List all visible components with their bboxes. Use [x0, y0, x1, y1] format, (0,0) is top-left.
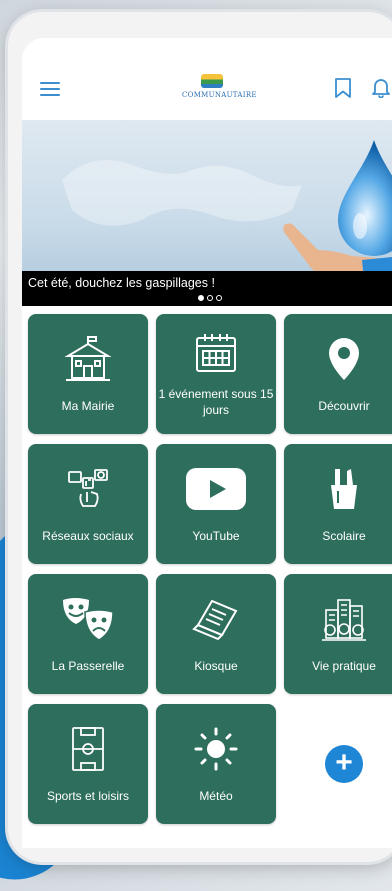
pencil-cup-icon: [331, 469, 357, 509]
sports-field-icon: [72, 727, 104, 771]
hamburger-icon[interactable]: [40, 82, 60, 96]
logo-text: COMMUNAUTAIRE: [182, 91, 257, 99]
youtube-icon: [186, 468, 246, 510]
newspaper-icon: [192, 599, 238, 641]
slide-dot-active[interactable]: [198, 295, 204, 301]
tile-label: Sports et loisirs: [46, 789, 130, 803]
tile-reseaux-sociaux[interactable]: Réseaux sociaux: [28, 444, 148, 564]
slide-dot[interactable]: [216, 295, 222, 301]
tile-label: Découvrir: [318, 399, 370, 413]
location-pin-icon: [329, 338, 359, 380]
slide-dot[interactable]: [207, 295, 213, 301]
bookmark-icon[interactable]: [334, 78, 352, 98]
tile-meteo[interactable]: Météo: [156, 704, 276, 824]
banner-caption-text: Cet été, douchez les gaspillages !: [28, 276, 215, 290]
tile-label: Météo: [199, 789, 233, 803]
tile-label: Réseaux sociaux: [42, 529, 134, 543]
app-logo: COMMUNAUTAIRE: [182, 74, 257, 108]
tile-sports-loisirs[interactable]: Sports et loisirs: [28, 704, 148, 824]
app-screen: COMMUNAUTAIRE Cet été, douchez les gaspi…: [22, 38, 392, 848]
phone-frame: COMMUNAUTAIRE Cet été, douchez les gaspi…: [8, 12, 392, 862]
tile-label: 1 événement sous 15 jours: [158, 387, 274, 417]
news-banner[interactable]: Cet été, douchez les gaspillages !: [22, 120, 392, 306]
tile-evenements[interactable]: 1 événement sous 15 jours: [156, 314, 276, 434]
tile-scolaire[interactable]: Scolaire: [284, 444, 392, 564]
bell-icon[interactable]: [370, 76, 392, 98]
calendar-icon: [196, 334, 236, 372]
tile-decouvrir[interactable]: Découvrir: [284, 314, 392, 434]
tile-label: Vie pratique: [312, 659, 376, 673]
banner-caption: Cet été, douchez les gaspillages !: [22, 271, 392, 306]
tile-vie-pratique[interactable]: Vie pratique: [284, 574, 392, 694]
add-tile-button[interactable]: +: [325, 745, 363, 783]
logo-mark: [201, 74, 223, 88]
social-network-icon: [68, 469, 108, 507]
city-icon: [322, 599, 366, 641]
theater-masks-icon: [63, 598, 114, 641]
tile-ma-mairie[interactable]: Ma Mairie: [28, 314, 148, 434]
plus-icon: +: [335, 746, 353, 779]
app-header: COMMUNAUTAIRE: [22, 38, 392, 120]
tile-kiosque[interactable]: Kiosque: [156, 574, 276, 694]
tile-youtube[interactable]: YouTube: [156, 444, 276, 564]
sun-icon: [194, 727, 238, 771]
town-hall-icon: [64, 336, 112, 381]
slide-indicator[interactable]: [198, 295, 222, 301]
tile-label: YouTube: [192, 529, 240, 543]
tile-label: Scolaire: [322, 529, 366, 543]
tile-label: La Passerelle: [51, 659, 125, 673]
tile-label: Kiosque: [194, 659, 238, 673]
tile-label: Ma Mairie: [61, 399, 115, 413]
tile-la-passerelle[interactable]: La Passerelle: [28, 574, 148, 694]
